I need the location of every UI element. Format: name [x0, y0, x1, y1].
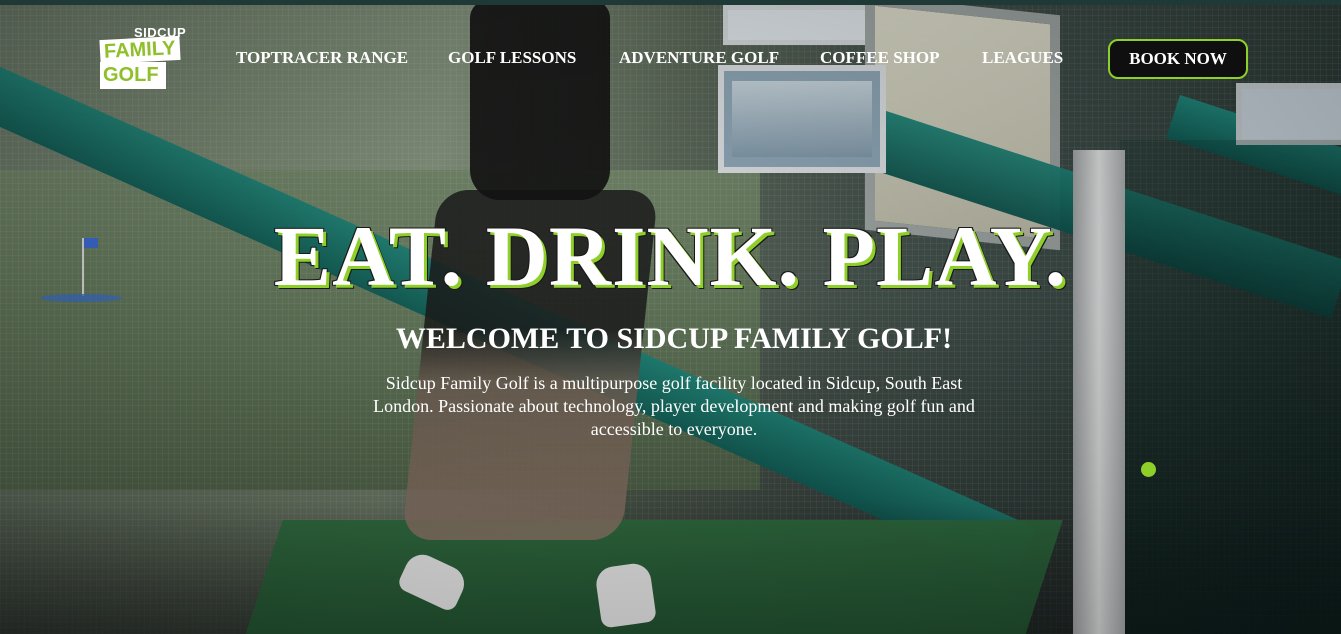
nav-item-toptracer-range[interactable]: TOPTRACER RANGE	[236, 48, 408, 68]
hero-overlay	[0, 0, 1341, 634]
slider-indicator-dot[interactable]	[1141, 462, 1156, 477]
nav-item-leagues[interactable]: LEAGUES	[982, 48, 1063, 68]
hero-subheading: WELCOME TO SIDCUP FAMILY GOLF!	[395, 322, 953, 355]
hero-background-image	[0, 0, 1341, 634]
top-border	[0, 0, 1341, 5]
logo-text-golf: GOLF	[100, 62, 166, 89]
logo-text-family: FAMILY	[99, 35, 181, 65]
book-now-button[interactable]: BOOK NOW	[1108, 39, 1248, 79]
site-logo[interactable]: SIDCUP FAMILY GOLF	[99, 25, 186, 91]
nav-item-coffee-shop[interactable]: COFFEE SHOP	[820, 48, 939, 68]
nav-item-adventure-golf[interactable]: ADVENTURE GOLF	[619, 48, 779, 68]
nav-item-golf-lessons[interactable]: GOLF LESSONS	[448, 48, 576, 68]
hero-headline: EAT. DRINK. PLAY.	[273, 208, 1068, 304]
hero-description: Sidcup Family Golf is a multipurpose gol…	[373, 373, 975, 439]
